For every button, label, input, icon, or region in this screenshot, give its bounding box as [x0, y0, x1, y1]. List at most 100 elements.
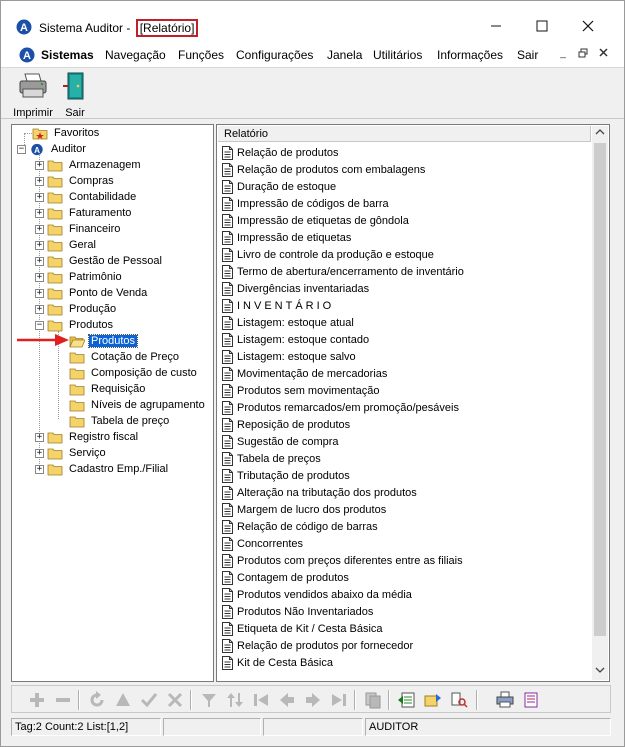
report-item[interactable]: Tabela de preços [222, 450, 321, 467]
next-record-icon[interactable] [304, 691, 322, 709]
report-item[interactable]: Impressão de etiquetas de gôndola [222, 212, 409, 229]
report-list[interactable]: Relatório Relação de produtos Relação de … [216, 124, 610, 682]
report-item[interactable]: Produtos remarcados/em promoção/pesáveis [222, 399, 459, 416]
search-records-icon[interactable] [450, 691, 468, 709]
expand-icon[interactable]: + [35, 240, 44, 250]
move-up-icon[interactable] [114, 691, 132, 709]
export-table-icon[interactable] [398, 691, 416, 709]
sort-icon[interactable] [226, 691, 244, 709]
report-item[interactable]: Alteração na tributação dos produtos [222, 484, 417, 501]
report-item[interactable]: Listagem: estoque atual [222, 314, 354, 331]
tree-item-8[interactable]: + Ponto de Venda [35, 285, 149, 301]
report-column-header[interactable]: Relatório [218, 126, 591, 142]
menu-janela[interactable]: Janela [327, 48, 362, 62]
copy-record-icon[interactable] [364, 691, 382, 709]
tree-item-7[interactable]: + Patrimônio [35, 269, 124, 285]
menu-configuracoes[interactable]: Configurações [236, 48, 313, 62]
tree-item-auditor[interactable]: − A Auditor [17, 141, 88, 157]
report-item[interactable]: Kit de Cesta Básica [222, 654, 333, 671]
report-item[interactable]: Sugestão de compra [222, 433, 339, 450]
report-item[interactable]: INVENTÁRIO [222, 297, 334, 314]
report-item[interactable]: Produtos Não Inventariados [222, 603, 373, 620]
previous-record-icon[interactable] [278, 691, 296, 709]
exit-button[interactable]: Sair [59, 71, 91, 119]
confirm-check-icon[interactable] [140, 691, 158, 709]
expand-icon[interactable]: + [35, 464, 44, 474]
cancel-x-icon[interactable] [166, 691, 184, 709]
tree-subitem-3[interactable]: Requisição [69, 381, 147, 397]
print-button[interactable]: Imprimir [13, 71, 53, 119]
close-button[interactable] [565, 11, 611, 41]
scroll-down-button[interactable] [592, 664, 608, 680]
report-item[interactable]: Produtos sem movimentação [222, 382, 379, 399]
report-item[interactable]: Termo de abertura/encerramento de invent… [222, 263, 464, 280]
tree-item-after-1[interactable]: + Serviço [35, 445, 108, 461]
expand-icon[interactable]: + [35, 272, 44, 282]
mdi-restore-button[interactable] [576, 48, 590, 60]
add-icon[interactable] [28, 691, 46, 709]
scroll-up-button[interactable] [592, 126, 608, 142]
scrollbar-thumb[interactable] [594, 143, 606, 636]
report-item[interactable]: Listagem: estoque contado [222, 331, 369, 348]
expand-icon[interactable]: + [35, 208, 44, 218]
report-item[interactable]: Etiqueta de Kit / Cesta Básica [222, 620, 383, 637]
report-item[interactable]: Concorrentes [222, 535, 303, 552]
tree-subitem-5[interactable]: Tabela de preço [69, 413, 171, 429]
tree-item-5[interactable]: + Geral [35, 237, 98, 253]
tree-item-10[interactable]: − Produtos [35, 317, 115, 333]
report-item[interactable]: Relação de código de barras [222, 518, 378, 535]
report-item[interactable]: Reposição de produtos [222, 416, 350, 433]
report-item[interactable]: Divergências inventariadas [222, 280, 369, 297]
report-item[interactable]: Relação de produtos com embalagens [222, 161, 425, 178]
tree-item-9[interactable]: + Produção [35, 301, 118, 317]
expand-icon[interactable]: + [35, 432, 44, 442]
filter-icon[interactable] [200, 691, 218, 709]
menu-sistemas[interactable]: Sistemas [41, 48, 94, 62]
report-item[interactable]: Contagem de produtos [222, 569, 349, 586]
tree-subitem-1[interactable]: Cotação de Preço [69, 349, 181, 365]
menu-navegacao[interactable]: Navegação [105, 48, 166, 62]
report-item[interactable]: Impressão de etiquetas [222, 229, 351, 246]
printer-icon[interactable] [496, 691, 514, 709]
report-item[interactable]: Duração de estoque [222, 178, 336, 195]
report-item[interactable]: Margem de lucro dos produtos [222, 501, 386, 518]
mdi-close-button[interactable] [596, 48, 610, 60]
tree-item-4[interactable]: + Financeiro [35, 221, 122, 237]
collapse-icon[interactable]: − [35, 320, 44, 330]
mdi-minimize-button[interactable]: _ [556, 48, 570, 60]
tree-item-after-0[interactable]: + Registro fiscal [35, 429, 140, 445]
expand-icon[interactable]: + [35, 448, 44, 458]
expand-icon[interactable]: + [35, 288, 44, 298]
report-preview-icon[interactable] [522, 691, 540, 709]
collapse-icon[interactable]: − [17, 144, 26, 154]
tree-item-1[interactable]: + Compras [35, 173, 116, 189]
report-item[interactable]: Produtos com preços diferentes entre as … [222, 552, 463, 569]
report-item[interactable]: Livro de controle da produção e estoque [222, 246, 434, 263]
first-record-icon[interactable] [252, 691, 270, 709]
report-scrollbar[interactable] [592, 126, 608, 680]
expand-icon[interactable]: + [35, 224, 44, 234]
remove-icon[interactable] [54, 691, 72, 709]
expand-icon[interactable]: + [35, 176, 44, 186]
menu-sair[interactable]: Sair [517, 48, 538, 62]
report-item[interactable]: Impressão de códigos de barra [222, 195, 389, 212]
tree-subitem-2[interactable]: Composição de custo [69, 365, 199, 381]
menu-informacoes[interactable]: Informações [437, 48, 503, 62]
expand-icon[interactable]: + [35, 256, 44, 266]
menu-funcoes[interactable]: Funções [178, 48, 224, 62]
report-item[interactable]: Listagem: estoque salvo [222, 348, 356, 365]
expand-icon[interactable]: + [35, 192, 44, 202]
tree-subitem-0[interactable]: Produtos [69, 333, 139, 349]
maximize-button[interactable] [519, 11, 565, 41]
report-item[interactable]: Produtos vendidos abaixo da média [222, 586, 412, 603]
tree-item-0[interactable]: + Armazenagem [35, 157, 143, 173]
report-item[interactable]: Relação de produtos por fornecedor [222, 637, 413, 654]
import-folder-icon[interactable] [424, 691, 442, 709]
tree-item-favoritos[interactable]: Favoritos [32, 125, 101, 141]
menu-utilitarios[interactable]: Utilitários [373, 48, 422, 62]
expand-icon[interactable]: + [35, 160, 44, 170]
tree-item-after-2[interactable]: + Cadastro Emp./Filial [35, 461, 170, 477]
tree-subitem-4[interactable]: Níveis de agrupamento [69, 397, 207, 413]
minimize-button[interactable] [473, 11, 519, 41]
tree-item-6[interactable]: + Gestão de Pessoal [35, 253, 164, 269]
